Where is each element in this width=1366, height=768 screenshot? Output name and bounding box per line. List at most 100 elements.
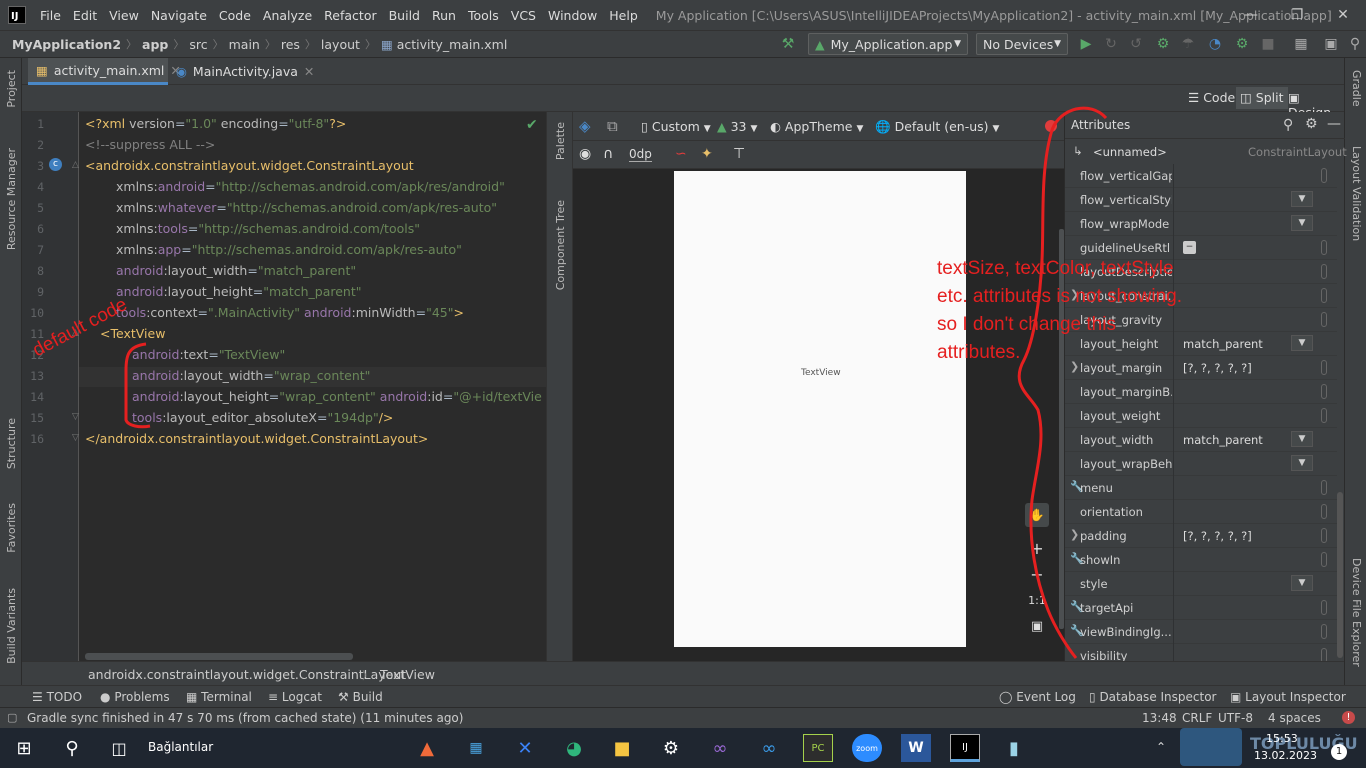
menu-navigate[interactable]: Navigate	[145, 8, 213, 23]
attribute-row[interactable]: flow_verticalStyle▼	[1065, 188, 1337, 212]
chevron-down-icon[interactable]: ▼	[1291, 335, 1313, 351]
attribute-pin[interactable]	[1321, 288, 1327, 303]
menu-build[interactable]: Build	[383, 8, 426, 23]
tool-build[interactable]: ⚒ Build	[338, 690, 383, 704]
api-dropdown[interactable]: ▲ 33 ▼	[717, 119, 757, 134]
close-tab-icon[interactable]: ✕	[304, 64, 314, 79]
tab-palette[interactable]: Palette	[554, 122, 567, 160]
attribute-pin[interactable]	[1321, 600, 1327, 615]
caret-position[interactable]: 13:48	[1142, 711, 1177, 725]
attribute-row[interactable]: flow_wrapMode▼	[1065, 212, 1337, 236]
tool-logcat[interactable]: ≡ Logcat	[268, 690, 322, 704]
run-icon[interactable]: ▶	[1076, 34, 1096, 54]
chevron-up-icon[interactable]: ⌃	[1156, 740, 1166, 754]
tool-favorites[interactable]: Favorites	[5, 503, 18, 553]
menu-edit[interactable]: Edit	[67, 8, 103, 23]
breadcrumb-constraintlayout[interactable]: androidx.constraintlayout.widget.Constra…	[88, 667, 406, 682]
zoom-in-icon[interactable]: +	[1025, 537, 1049, 561]
attribute-pin[interactable]	[1321, 408, 1327, 423]
tool-structure[interactable]: Structure	[5, 418, 18, 469]
attribute-pin[interactable]	[1321, 360, 1327, 375]
chevron-down-icon[interactable]: ▼	[1291, 191, 1313, 207]
fold-icon[interactable]: ▽	[72, 412, 79, 422]
avd-manager-icon[interactable]: ▦	[1291, 34, 1311, 54]
checkbox[interactable]: −	[1183, 241, 1196, 254]
attribute-row[interactable]: 🔧viewBindingIg...	[1065, 620, 1337, 644]
crumb-project[interactable]: MyApplication2	[10, 37, 123, 52]
edge-icon[interactable]: ◕	[559, 734, 589, 762]
chevron-down-icon[interactable]: ▼	[1291, 455, 1313, 471]
menu-vcs[interactable]: VCS	[505, 8, 542, 23]
attributes-scrollbar[interactable]	[1337, 492, 1343, 658]
crumb-layout[interactable]: layout	[319, 37, 362, 52]
pycharm-icon[interactable]: PC	[803, 734, 833, 762]
attribute-row[interactable]: flow_verticalGap	[1065, 164, 1337, 188]
line-separator[interactable]: CRLF	[1182, 711, 1212, 725]
attribute-value[interactable]: match_parent	[1183, 337, 1263, 351]
xml-editor[interactable]: 1 2 3 4 5 6 7 8 9 10 11 12 13 14 15 16 c…	[22, 112, 546, 661]
attribute-pin[interactable]	[1321, 264, 1327, 279]
crumb-res[interactable]: res	[279, 37, 302, 52]
error-icon[interactable]	[1045, 120, 1057, 132]
orientation-icon[interactable]: ⧉	[607, 117, 618, 135]
attach-debugger-icon[interactable]: ⚙	[1232, 34, 1252, 54]
attribute-row[interactable]: layout_weight	[1065, 404, 1337, 428]
chevron-right-icon[interactable]: ❯	[1070, 360, 1079, 373]
attribute-pin[interactable]	[1321, 528, 1327, 543]
menu-analyze[interactable]: Analyze	[257, 8, 318, 23]
zoom-fit-icon[interactable]: ▣	[1025, 615, 1049, 639]
device-preview[interactable]: TextView	[674, 171, 966, 647]
profile-icon[interactable]: ◔	[1205, 34, 1225, 54]
crumb-app[interactable]: app	[140, 37, 170, 52]
tool-event-log[interactable]: ◯ Event Log	[999, 690, 1076, 704]
status-window-icon[interactable]: ▢	[7, 711, 17, 724]
zoom-100-icon[interactable]: 1:1	[1025, 589, 1049, 613]
attribute-value[interactable]: [?, ?, ?, ?, ?]	[1183, 529, 1252, 543]
hammer-icon[interactable]: ⚒	[778, 34, 798, 54]
tool-resource-manager[interactable]: Resource Manager	[5, 148, 18, 250]
search-icon[interactable]: ⚲	[1283, 117, 1293, 133]
locale-dropdown[interactable]: 🌐 Default (en-us) ▼	[875, 119, 999, 135]
vscode-icon[interactable]: ∞	[754, 734, 784, 762]
tool-todo[interactable]: ☰ TODO	[32, 690, 82, 704]
tool-build-variants[interactable]: Build Variants	[5, 588, 18, 664]
layout-window-icon[interactable]: ▣	[1321, 34, 1341, 54]
design-canvas[interactable]: TextView ✋ + − 1:1 ▣	[573, 169, 1065, 661]
chevron-down-icon[interactable]: ▼	[1291, 431, 1313, 447]
settings-icon[interactable]: ⚙	[656, 734, 686, 762]
word-icon[interactable]: W	[901, 734, 931, 762]
error-notification-icon[interactable]: !	[1342, 711, 1355, 724]
attribute-row[interactable]: 🔧showIn	[1065, 548, 1337, 572]
tool-project[interactable]: Project	[5, 70, 18, 108]
bluetooth-icon[interactable]: ✕	[510, 734, 540, 762]
default-margin-button[interactable]: 0dp	[629, 147, 652, 162]
tab-component-tree[interactable]: Component Tree	[554, 200, 567, 290]
tool-device-file-explorer[interactable]: Device File Explorer	[1350, 558, 1363, 667]
menu-file[interactable]: File	[34, 8, 67, 23]
attribute-pin[interactable]	[1321, 552, 1327, 567]
guidelines-icon[interactable]: ⊤	[733, 146, 745, 162]
debug-icon[interactable]: ⚙	[1153, 34, 1173, 54]
gear-icon[interactable]: ⚙	[1305, 116, 1318, 132]
tab-main-activity[interactable]: ◉ MainActivity.java ✕	[168, 58, 308, 85]
clock-time[interactable]: 15:53	[1266, 732, 1298, 745]
fold-icon[interactable]: ▽	[72, 433, 79, 443]
magnet-icon[interactable]: ∩	[603, 146, 613, 162]
tool-database-inspector[interactable]: ▯ Database Inspector	[1089, 690, 1216, 704]
attribute-row[interactable]: style▼	[1065, 572, 1337, 596]
code-mode-button[interactable]: ☰ Code	[1188, 90, 1235, 105]
tool-layout-validation[interactable]: Layout Validation	[1350, 146, 1363, 241]
taskbar-links-label[interactable]: Bağlantılar	[148, 740, 213, 754]
attribute-pin[interactable]	[1321, 504, 1327, 519]
windows-start-icon[interactable]: ⊞	[9, 734, 39, 762]
attribute-row[interactable]: layout_marginB...	[1065, 380, 1337, 404]
tool-gradle[interactable]: Gradle	[1350, 70, 1363, 107]
restore-icon[interactable]: ❐	[1274, 0, 1320, 30]
hide-panel-icon[interactable]: —	[1327, 116, 1341, 132]
attribute-row[interactable]: ❯layout_margin[?, ?, ?, ?, ?]	[1065, 356, 1337, 380]
search-icon[interactable]: ⚲	[57, 734, 87, 762]
run-config-select[interactable]: ▲My_Application.app▼	[808, 33, 968, 55]
coverage-icon[interactable]: ☂	[1178, 34, 1198, 54]
menu-window[interactable]: Window	[542, 8, 603, 23]
indent-setting[interactable]: 4 spaces	[1268, 711, 1321, 725]
